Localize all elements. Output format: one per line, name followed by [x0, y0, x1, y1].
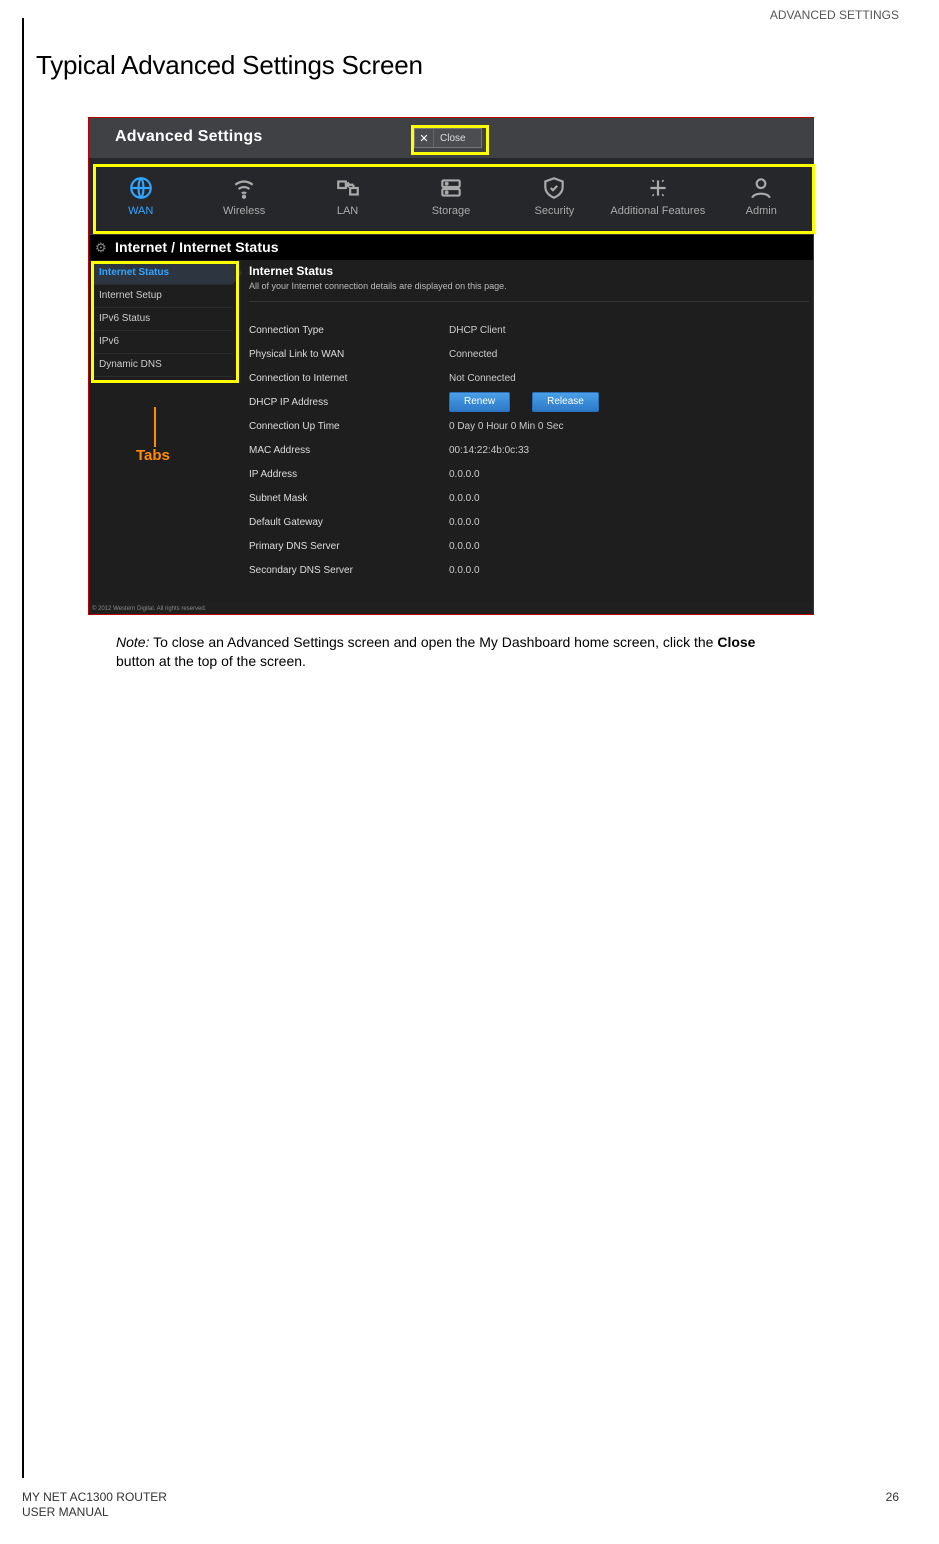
- status-value: 0.0.0.0: [449, 469, 480, 480]
- status-key: DHCP IP Address: [249, 397, 449, 408]
- renew-button[interactable]: Renew: [449, 392, 510, 412]
- section-bar: ⚙ Internet / Internet Status: [89, 234, 813, 262]
- status-key: Connection to Internet: [249, 373, 449, 384]
- margin-rule: [22, 18, 24, 1478]
- status-value: Connected: [449, 349, 497, 360]
- note-prefix: Note:: [116, 634, 149, 650]
- status-row: Primary DNS Server0.0.0.0: [249, 534, 809, 558]
- status-value: Not Connected: [449, 373, 516, 384]
- footer-line2: USER MANUAL: [22, 1505, 109, 1519]
- highlight-close: [411, 125, 489, 155]
- screenshot-figure: Advanced Settings ✕ Close WANWirelessLAN…: [88, 117, 814, 615]
- status-value: 0.0.0.0: [449, 565, 480, 576]
- status-value: DHCP Client: [449, 325, 506, 336]
- gear-icon: ⚙: [95, 240, 107, 256]
- note-text-a: To close an Advanced Settings screen and…: [149, 634, 717, 650]
- release-button[interactable]: Release: [532, 392, 599, 412]
- callout-tabs: Tabs: [136, 447, 170, 464]
- status-value: 0.0.0.0: [449, 517, 480, 528]
- panel-body: Internet StatusInternet SetupIPv6 Status…: [89, 260, 813, 602]
- callout-line: [154, 407, 156, 447]
- section-bar-title: Internet / Internet Status: [89, 235, 813, 255]
- status-row: Physical Link to WANConnected: [249, 342, 809, 366]
- page-footer: MY NET AC1300 ROUTER USER MANUAL 26: [22, 1490, 899, 1520]
- note-bold: Close: [717, 634, 755, 650]
- status-key: Default Gateway: [249, 517, 449, 528]
- status-key: IP Address: [249, 469, 449, 480]
- footer-line1: MY NET AC1300 ROUTER: [22, 1490, 167, 1504]
- page-number: 26: [886, 1490, 899, 1520]
- highlight-tabs: [91, 261, 239, 383]
- status-row: Default Gateway0.0.0.0: [249, 510, 809, 534]
- status-value: 00:14:22:4b:0c:33: [449, 445, 529, 456]
- status-row: Connection to InternetNot Connected: [249, 366, 809, 390]
- status-key: MAC Address: [249, 445, 449, 456]
- status-key: Secondary DNS Server: [249, 565, 449, 576]
- copyright: © 2012 Western Digital. All rights reser…: [92, 606, 206, 612]
- status-key: Subnet Mask: [249, 493, 449, 504]
- highlight-categories: [93, 164, 815, 234]
- status-value: 0.0.0.0: [449, 541, 480, 552]
- status-key: Primary DNS Server: [249, 541, 449, 552]
- status-key: Physical Link to WAN: [249, 349, 449, 360]
- status-value: 0 Day 0 Hour 0 Min 0 Sec: [449, 421, 564, 432]
- detail-panel: Internet Status All of your Internet con…: [249, 264, 809, 598]
- running-head: ADVANCED SETTINGS: [770, 8, 899, 22]
- panel-description: All of your Internet connection details …: [249, 281, 809, 302]
- panel-title: Internet Status: [249, 264, 809, 278]
- status-key: Connection Type: [249, 325, 449, 336]
- section-title: Typical Advanced Settings Screen: [36, 50, 899, 81]
- note-paragraph: Note: To close an Advanced Settings scre…: [116, 633, 766, 671]
- status-row: Secondary DNS Server0.0.0.0: [249, 558, 809, 582]
- note-text-b: button at the top of the screen.: [116, 653, 306, 669]
- status-value: 0.0.0.0: [449, 493, 480, 504]
- status-row: Subnet Mask0.0.0.0: [249, 486, 809, 510]
- status-row: IP Address0.0.0.0: [249, 462, 809, 486]
- status-row: Connection TypeDHCP Client: [249, 318, 809, 342]
- status-row: Connection Up Time0 Day 0 Hour 0 Min 0 S…: [249, 414, 809, 438]
- status-row: DHCP IP AddressRenew Release: [249, 390, 809, 414]
- status-key: Connection Up Time: [249, 421, 449, 432]
- status-row: MAC Address00:14:22:4b:0c:33: [249, 438, 809, 462]
